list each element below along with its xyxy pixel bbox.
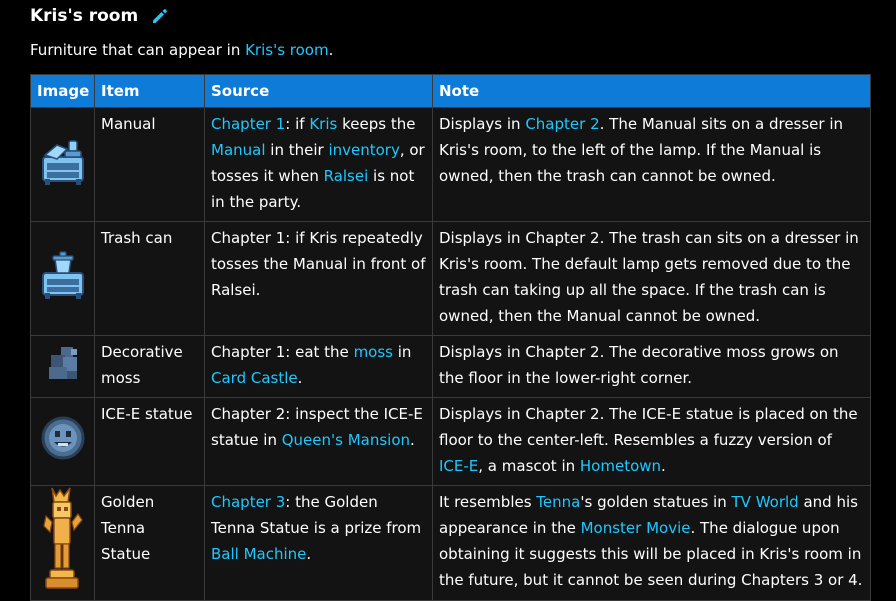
source-cell: Chapter 1: if Kris repeatedly tosses the… bbox=[204, 221, 433, 336]
note-cell: It resembles Tenna's golden statues in T… bbox=[432, 485, 871, 601]
text-span: keeps the bbox=[337, 115, 416, 133]
table-row: Manual Chapter 1: if Kris keeps the Manu… bbox=[30, 107, 871, 222]
source-cell: Chapter 1: eat the moss in Card Castle. bbox=[204, 335, 433, 398]
wiki-link[interactable]: Ralsei bbox=[324, 167, 369, 185]
text-span: Displays in Chapter 2. The ICE-E statue … bbox=[439, 405, 858, 449]
table-row: Decorative moss Chapter 1: eat the moss … bbox=[30, 335, 871, 398]
item-cell: Decorative moss bbox=[94, 335, 205, 398]
column-header-item[interactable]: Item bbox=[94, 74, 205, 108]
text-span: Displays in bbox=[439, 115, 526, 133]
manual-on-dresser-sprite[interactable] bbox=[35, 133, 91, 189]
wiki-link[interactable]: Monster Movie bbox=[581, 519, 691, 537]
table-header-row: Image Item Source Note bbox=[30, 74, 871, 108]
table-row: Trash can Chapter 1: if Kris repeatedly … bbox=[30, 221, 871, 336]
text-span: Displays in Chapter 2. The trash can sit… bbox=[439, 229, 859, 325]
text-span: . bbox=[661, 457, 666, 475]
column-header-source[interactable]: Source bbox=[204, 74, 433, 108]
text-span: Displays in Chapter 2. The decorative mo… bbox=[439, 343, 839, 387]
intro-suffix: . bbox=[328, 41, 334, 59]
intro-prefix: Furniture that can appear in bbox=[30, 41, 246, 59]
source-cell: Chapter 2: inspect the ICE-E statue in Q… bbox=[204, 397, 433, 486]
golden-tenna-statue-sprite[interactable] bbox=[38, 486, 88, 592]
note-cell: Displays in Chapter 2. The ICE-E statue … bbox=[432, 397, 871, 486]
wiki-link[interactable]: ICE-E bbox=[439, 457, 478, 475]
text-span: . bbox=[410, 431, 415, 449]
wiki-link[interactable]: Chapter 2 bbox=[525, 115, 599, 133]
section-title: Kris's room bbox=[30, 6, 139, 26]
wiki-link[interactable]: Chapter 1 bbox=[211, 115, 285, 133]
furniture-table: Image Item Source Note Manual Chapter 1:… bbox=[30, 74, 871, 601]
text-span: Chapter 1: if Kris repeatedly tosses the… bbox=[211, 229, 426, 299]
wiki-link[interactable]: Kris bbox=[309, 115, 337, 133]
text-span: 's golden statues in bbox=[580, 493, 732, 511]
item-cell: ICE-E statue bbox=[94, 397, 205, 486]
section-heading: Kris's room bbox=[30, 4, 170, 28]
text-span: , a mascot in bbox=[478, 457, 580, 475]
kris-room-link[interactable]: Kris's room bbox=[245, 41, 329, 59]
decorative-moss-sprite[interactable] bbox=[41, 341, 85, 385]
text-span: It resembles bbox=[439, 493, 537, 511]
wiki-link[interactable]: Queen's Mansion bbox=[282, 431, 410, 449]
source-cell: Chapter 1: if Kris keeps the Manual in t… bbox=[204, 107, 433, 222]
source-cell: Chapter 3: the Golden Tenna Statue is a … bbox=[204, 485, 433, 601]
text-span: Chapter 1: eat the bbox=[211, 343, 354, 361]
intro-text: Furniture that can appear in Kris's room… bbox=[30, 41, 333, 59]
wiki-link[interactable]: Ball Machine bbox=[211, 545, 306, 563]
text-span: in their bbox=[265, 141, 329, 159]
trash-can-on-dresser-sprite[interactable] bbox=[35, 247, 91, 303]
table-row: ICE-E statue Chapter 2: inspect the ICE-… bbox=[30, 397, 871, 486]
text-span: . bbox=[306, 545, 312, 563]
wiki-link[interactable]: Chapter 3 bbox=[211, 493, 285, 511]
column-header-image[interactable]: Image bbox=[30, 74, 95, 108]
wiki-link[interactable]: TV World bbox=[732, 493, 799, 511]
note-cell: Displays in Chapter 2. The decorative mo… bbox=[432, 335, 871, 398]
item-cell: Manual bbox=[94, 107, 205, 222]
wiki-link[interactable]: Manual bbox=[211, 141, 266, 159]
text-span: . bbox=[297, 369, 303, 387]
pencil-icon[interactable] bbox=[150, 6, 170, 26]
wiki-link[interactable]: Tenna bbox=[536, 493, 580, 511]
text-span: in bbox=[392, 343, 412, 361]
wiki-link[interactable]: Card Castle bbox=[211, 369, 298, 387]
text-span: : if bbox=[285, 115, 310, 133]
item-cell: Golden Tenna Statue bbox=[94, 485, 205, 601]
table-row: Golden Tenna Statue Chapter 3: the Golde… bbox=[30, 485, 871, 601]
item-cell: Trash can bbox=[94, 221, 205, 336]
ice-e-statue-sprite[interactable] bbox=[38, 413, 88, 463]
wiki-link[interactable]: moss bbox=[354, 343, 393, 361]
column-header-note[interactable]: Note bbox=[432, 74, 871, 108]
wiki-link[interactable]: inventory bbox=[328, 141, 399, 159]
note-cell: Displays in Chapter 2. The trash can sit… bbox=[432, 221, 871, 336]
note-cell: Displays in Chapter 2. The Manual sits o… bbox=[432, 107, 871, 222]
wiki-link[interactable]: Hometown bbox=[580, 457, 661, 475]
